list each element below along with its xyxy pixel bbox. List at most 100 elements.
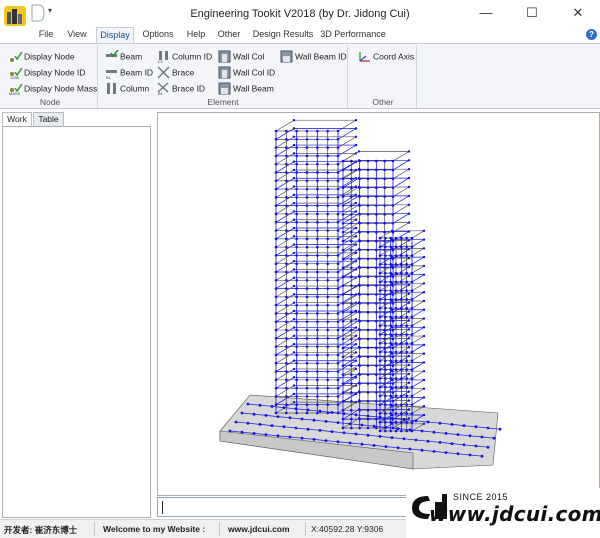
coord-axis-button[interactable]: Coord Axis bbox=[358, 49, 414, 64]
node-dot bbox=[305, 179, 309, 183]
node-dot bbox=[400, 324, 403, 328]
node-dot bbox=[336, 295, 340, 299]
tab-help[interactable]: Help bbox=[183, 27, 209, 43]
node-dot bbox=[358, 426, 361, 430]
tab-display[interactable]: Display bbox=[96, 27, 134, 43]
close-button[interactable]: ✕ bbox=[555, 0, 600, 27]
node-dot bbox=[405, 412, 408, 415]
node-dot bbox=[407, 417, 411, 420]
node-dot bbox=[391, 400, 395, 403]
node-dot bbox=[422, 326, 426, 329]
node-dot bbox=[394, 254, 398, 257]
node-dot bbox=[354, 334, 358, 338]
node-dot bbox=[354, 367, 358, 371]
node-dot bbox=[305, 320, 309, 324]
display-node-mass-button[interactable]: MASS Display Node Mass bbox=[9, 81, 97, 96]
tab-other[interactable]: Other bbox=[214, 27, 244, 43]
structural-model-3d[interactable] bbox=[158, 113, 599, 495]
node-dot bbox=[407, 176, 411, 180]
node-dot bbox=[350, 248, 353, 252]
node-dot bbox=[350, 186, 353, 189]
node-dot bbox=[378, 245, 382, 249]
maximize-button[interactable]: ☐ bbox=[509, 0, 555, 27]
node-dot bbox=[350, 204, 353, 207]
node-dot bbox=[316, 361, 319, 365]
node-dot bbox=[350, 364, 353, 367]
node-dot bbox=[378, 394, 382, 398]
node-dot bbox=[305, 295, 309, 299]
node-dot bbox=[407, 159, 411, 162]
display-node-id-button[interactable]: 1256 Display Node ID bbox=[9, 65, 85, 80]
node-dot bbox=[341, 293, 345, 296]
node-dot bbox=[357, 372, 361, 376]
node-dot bbox=[326, 154, 329, 158]
node-dot bbox=[316, 179, 319, 183]
node-dot bbox=[357, 248, 361, 251]
node-dot bbox=[410, 394, 414, 398]
brace-button[interactable]: Brace bbox=[157, 65, 194, 80]
node-dot bbox=[274, 179, 278, 183]
node-dot bbox=[295, 287, 298, 290]
column-button[interactable]: Column bbox=[105, 81, 149, 96]
node-dot bbox=[375, 230, 378, 234]
node-dot bbox=[357, 399, 361, 402]
node-dot bbox=[410, 324, 414, 328]
node-dot bbox=[326, 278, 329, 282]
node-dot bbox=[384, 420, 387, 424]
node-dot bbox=[274, 204, 278, 207]
node-dot bbox=[366, 248, 370, 252]
node-dot bbox=[336, 287, 340, 290]
node-dot bbox=[366, 346, 370, 350]
node-dot bbox=[357, 239, 361, 242]
node-dot bbox=[292, 235, 296, 238]
status-website-link[interactable]: www.jdcui.com bbox=[228, 524, 290, 534]
node-dot bbox=[384, 263, 387, 266]
node-dot bbox=[357, 203, 361, 206]
tab-table[interactable]: Table bbox=[33, 112, 64, 126]
node-dot bbox=[326, 303, 329, 307]
node-dot bbox=[422, 255, 426, 259]
node-dot bbox=[336, 312, 340, 315]
node-dot bbox=[378, 254, 382, 257]
node-dot bbox=[350, 373, 353, 376]
node-dot bbox=[354, 309, 358, 313]
watermark: SINCE 2015 www.jdcui.com bbox=[406, 488, 600, 538]
node-dot bbox=[326, 254, 329, 257]
wall-beam-id-button[interactable]: Wall Beam ID bbox=[280, 49, 347, 64]
wall-col-button[interactable]: Wall Col bbox=[218, 49, 264, 64]
work-tree-panel[interactable] bbox=[2, 126, 151, 518]
tab-options[interactable]: Options bbox=[139, 27, 177, 43]
node-dot bbox=[292, 384, 296, 387]
node-dot bbox=[357, 150, 361, 153]
node-dot bbox=[391, 328, 395, 332]
node-dot bbox=[285, 337, 288, 340]
node-dot bbox=[341, 275, 345, 278]
minimize-button[interactable]: — bbox=[463, 0, 509, 27]
svg-text:MASS: MASS bbox=[9, 91, 21, 95]
tab-file[interactable]: File bbox=[34, 27, 58, 43]
display-node-button[interactable]: Display Node bbox=[9, 49, 75, 64]
node-dot bbox=[326, 353, 329, 357]
node-dot bbox=[410, 403, 414, 406]
node-dot bbox=[305, 237, 309, 241]
node-dot bbox=[285, 395, 288, 398]
node-dot bbox=[407, 212, 411, 215]
brace-id-button[interactable]: B1 Brace ID bbox=[157, 81, 205, 96]
node-dot bbox=[350, 408, 353, 412]
node-dot bbox=[292, 326, 296, 329]
wall-col-id-button[interactable]: Wall Col ID bbox=[218, 65, 275, 80]
tab-view[interactable]: View bbox=[63, 27, 91, 43]
model-viewport[interactable] bbox=[157, 112, 600, 496]
tab-3d-performance[interactable]: 3D Performance bbox=[320, 27, 386, 43]
column-id-button[interactable]: C1 Column ID bbox=[157, 49, 212, 64]
help-icon[interactable]: ? bbox=[586, 29, 597, 40]
beam-id-button[interactable]: B1 Beam ID bbox=[105, 65, 153, 80]
beam-button[interactable]: Beam bbox=[105, 49, 142, 64]
tab-design-results[interactable]: Design Results bbox=[251, 27, 315, 43]
coord-axis-icon bbox=[359, 52, 370, 62]
node-dot bbox=[400, 377, 403, 380]
brace-id-icon: B1 bbox=[157, 82, 169, 95]
wall-beam-button[interactable]: Wall Beam bbox=[218, 81, 274, 96]
tab-work[interactable]: Work bbox=[2, 112, 32, 126]
floor-line bbox=[342, 151, 410, 162]
